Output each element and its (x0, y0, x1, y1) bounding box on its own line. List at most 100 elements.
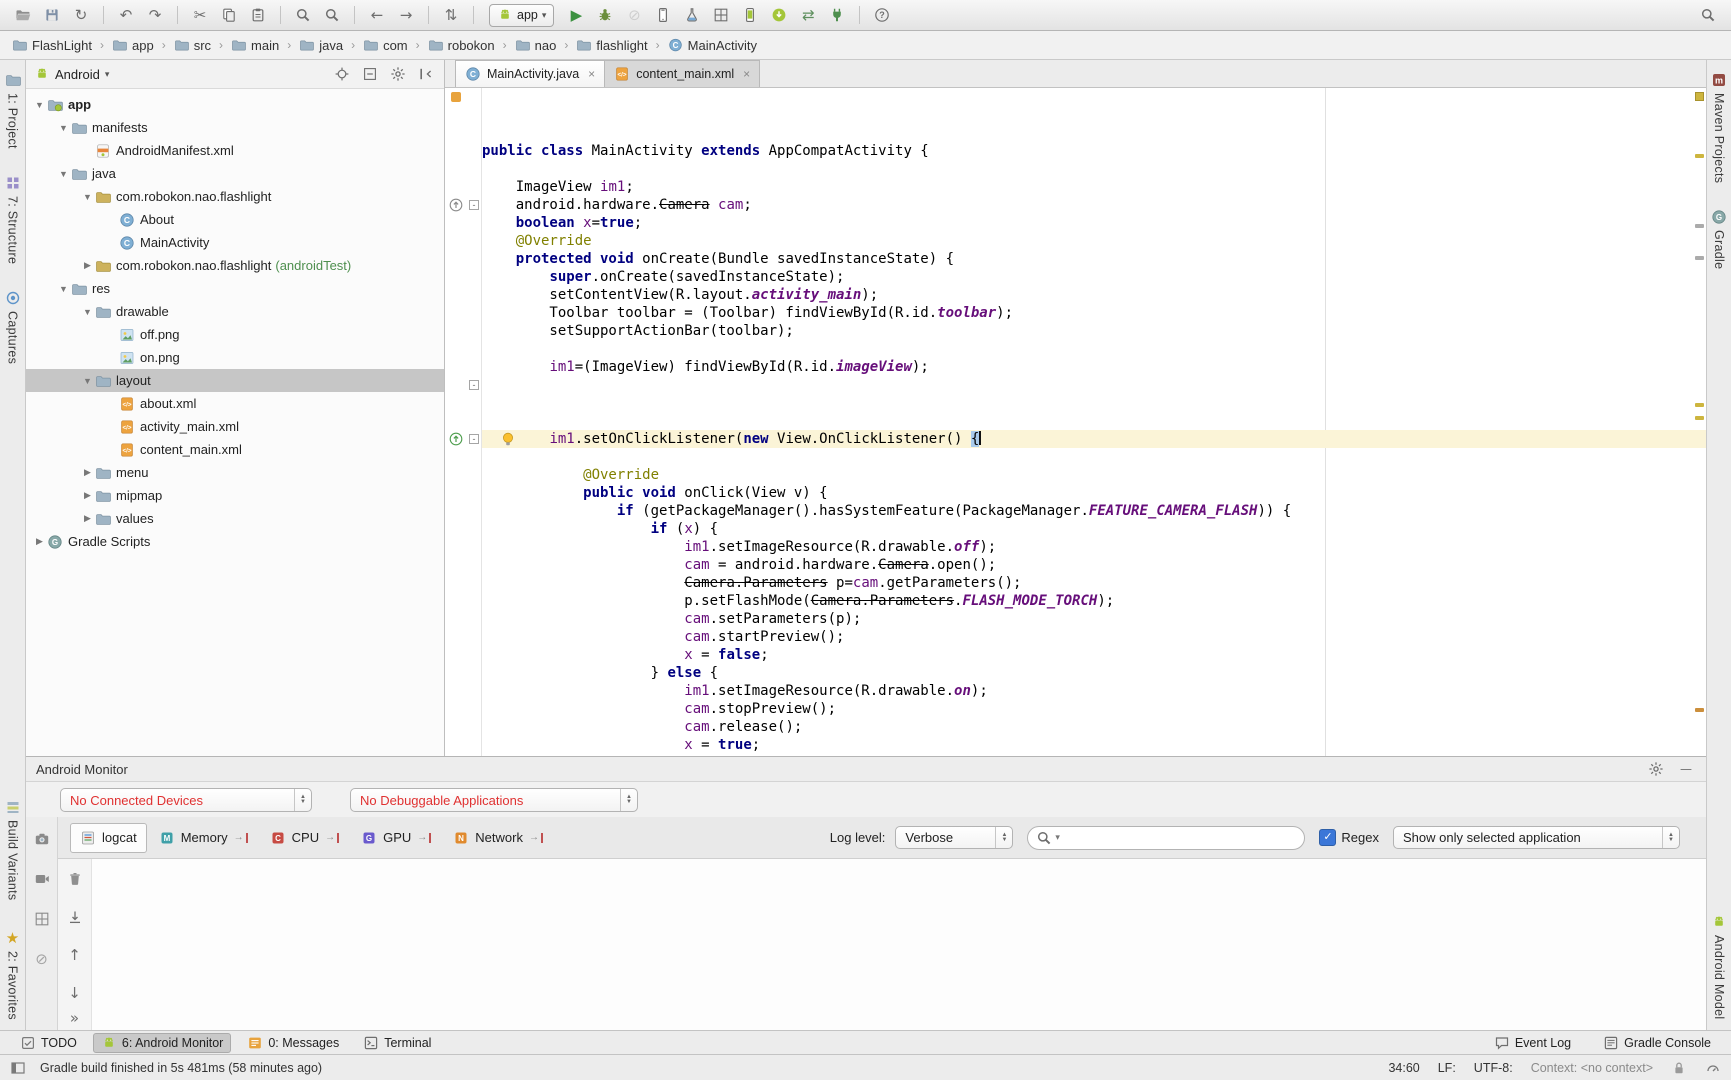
line-separator-indicator[interactable]: LF: (1438, 1061, 1456, 1075)
chevron-right-icon[interactable]: ▶ (80, 490, 95, 501)
scroll-to-end-button[interactable] (62, 905, 88, 929)
chevron-right-icon[interactable]: ▶ (80, 467, 95, 478)
todo-button[interactable]: TODO (12, 1033, 85, 1053)
chevron-down-icon[interactable]: ▼ (56, 123, 71, 133)
log-level-dropdown[interactable]: Verbose ▲▼ (895, 826, 1013, 849)
attach-process-icon[interactable] (824, 3, 850, 27)
pause-updates-icon[interactable]: → (417, 833, 431, 843)
minimize-icon[interactable]: — (1676, 757, 1696, 781)
run-configuration-selector[interactable]: app▾ (489, 4, 554, 27)
locate-file-icon[interactable] (332, 62, 352, 86)
monitor-tab-network[interactable]: NNetwork→ (443, 823, 553, 853)
tool-window-switcher-icon[interactable] (10, 1060, 26, 1076)
back-icon[interactable]: ← (364, 3, 390, 27)
tree-item-about[interactable]: CAbout (26, 208, 444, 231)
tool-button-project[interactable]: 1: Project (5, 72, 21, 149)
monitor-tab-cpu[interactable]: CCPU→ (260, 823, 349, 853)
tree-item-app[interactable]: ▼app (26, 93, 444, 116)
hide-panel-icon[interactable] (416, 62, 436, 86)
undo-icon[interactable]: ↶ (113, 3, 139, 27)
debuggable-apps-dropdown[interactable]: No Debuggable Applications ▲▼ (350, 788, 638, 812)
pause-updates-icon[interactable]: → (325, 833, 339, 843)
monitor-tab-memory[interactable]: MMemory→ (149, 823, 258, 853)
redo-icon[interactable]: ↷ (142, 3, 168, 27)
coverage-icon[interactable] (679, 3, 705, 27)
chevron-down-icon[interactable]: ▼ (80, 376, 95, 386)
tree-item-off-png[interactable]: off.png (26, 323, 444, 346)
device-monitor-icon[interactable] (708, 3, 734, 27)
tree-item-com-robokon-nao-flashlight[interactable]: ▼com.robokon.nao.flashlight (26, 185, 444, 208)
fold-marker-icon[interactable]: - (469, 200, 479, 210)
logcat-output[interactable] (92, 859, 1706, 1030)
breadcrumb-item-nao[interactable]: nao (513, 38, 559, 53)
attach-device-icon[interactable] (650, 3, 676, 27)
error-stripe[interactable] (1693, 88, 1706, 756)
tool-button-build-variants[interactable]: Build Variants (5, 799, 21, 900)
tree-item-androidmanifest-xml[interactable]: AndroidManifest.xml (26, 139, 444, 162)
filter-dropdown[interactable]: Show only selected application ▲▼ (1393, 826, 1680, 849)
project-view-selector[interactable]: Android (55, 67, 100, 82)
tab-mainactivity-java[interactable]: CMainActivity.java× (455, 60, 605, 87)
breadcrumb-item-flashlight[interactable]: FlashLight (10, 38, 94, 53)
tool-button-favorites[interactable]: ★2: Favorites (5, 930, 21, 1020)
event-log-button[interactable]: Event Log (1486, 1033, 1579, 1053)
tree-item-mainactivity[interactable]: CMainActivity (26, 231, 444, 254)
tree-item-activity-main-xml[interactable]: </>activity_main.xml (26, 415, 444, 438)
tree-item-res[interactable]: ▼res (26, 277, 444, 300)
clear-logcat-button[interactable] (62, 867, 88, 891)
system-info-button[interactable] (29, 907, 55, 931)
close-tab-icon[interactable]: × (588, 67, 595, 81)
breadcrumb-item-robokon[interactable]: robokon (426, 38, 497, 53)
pause-updates-icon[interactable]: → (529, 833, 543, 843)
sync-icon[interactable]: ↻ (68, 3, 94, 27)
tree-item-on-png[interactable]: on.png (26, 346, 444, 369)
find-icon[interactable] (290, 3, 316, 27)
chevron-down-icon[interactable]: ▼ (32, 100, 47, 110)
compare-icon[interactable]: ⇅ (438, 3, 464, 27)
chevron-right-icon[interactable]: ▶ (80, 513, 95, 524)
terminal-button[interactable]: Terminal (355, 1033, 439, 1053)
stop-icon[interactable]: ⊘ (621, 3, 647, 27)
chevron-down-icon[interactable]: ▼ (56, 284, 71, 294)
breadcrumb-item-com[interactable]: com (361, 38, 410, 53)
run-icon[interactable]: ▶ (563, 3, 589, 27)
tool-button-structure[interactable]: 7: Structure (5, 175, 21, 264)
tree-item-java[interactable]: ▼java (26, 162, 444, 185)
tree-item-drawable[interactable]: ▼drawable (26, 300, 444, 323)
breadcrumb-item-mainactivity[interactable]: CMainActivity (666, 38, 759, 53)
tab-content-main-xml[interactable]: </>content_main.xml× (604, 60, 760, 87)
gradle-sync-icon[interactable]: ⇄ (795, 3, 821, 27)
android-monitor-button[interactable]: 6: Android Monitor (93, 1033, 231, 1053)
tree-item-about-xml[interactable]: </>about.xml (26, 392, 444, 415)
monitor-tab-gpu[interactable]: GGPU→ (351, 823, 441, 853)
terminate-app-button[interactable]: ⊘ (29, 947, 55, 971)
fold-marker-icon[interactable]: - (469, 380, 479, 390)
forward-icon[interactable]: → (393, 3, 419, 27)
breadcrumb-item-flashlight[interactable]: flashlight (574, 38, 649, 53)
screenshot-button[interactable] (29, 827, 55, 851)
tree-item-menu[interactable]: ▶menu (26, 461, 444, 484)
code-editor[interactable]: public class MainActivity extends AppCom… (482, 88, 1706, 756)
breadcrumb-item-java[interactable]: java (297, 38, 345, 53)
logcat-search-input[interactable]: ▾ (1027, 826, 1305, 850)
tree-item-mipmap[interactable]: ▶mipmap (26, 484, 444, 507)
open-icon[interactable] (10, 3, 36, 27)
tree-item-gradle-scripts[interactable]: ▶GGradle Scripts (26, 530, 444, 553)
settings-icon[interactable] (388, 62, 408, 86)
tree-item-layout[interactable]: ▼layout (26, 369, 444, 392)
sdk-manager-icon[interactable] (766, 3, 792, 27)
encoding-indicator[interactable]: UTF-8: (1474, 1061, 1513, 1075)
context-indicator[interactable]: Context: <no context> (1531, 1061, 1653, 1075)
help-icon[interactable]: ? (869, 3, 895, 27)
breadcrumb-item-main[interactable]: main (229, 38, 281, 53)
lock-icon[interactable] (1671, 1060, 1687, 1076)
close-tab-icon[interactable]: × (743, 67, 750, 81)
screen-record-button[interactable] (29, 867, 55, 891)
debug-icon[interactable] (592, 3, 618, 27)
save-all-icon[interactable] (39, 3, 65, 27)
inspection-indicator[interactable] (1695, 92, 1704, 101)
tool-button-maven-projects[interactable]: mMaven Projects (1711, 72, 1727, 183)
pause-updates-icon[interactable]: → (234, 833, 248, 843)
tool-button-android-model[interactable]: Android Model (1711, 914, 1727, 1020)
more-icon[interactable]: » (58, 1010, 91, 1026)
